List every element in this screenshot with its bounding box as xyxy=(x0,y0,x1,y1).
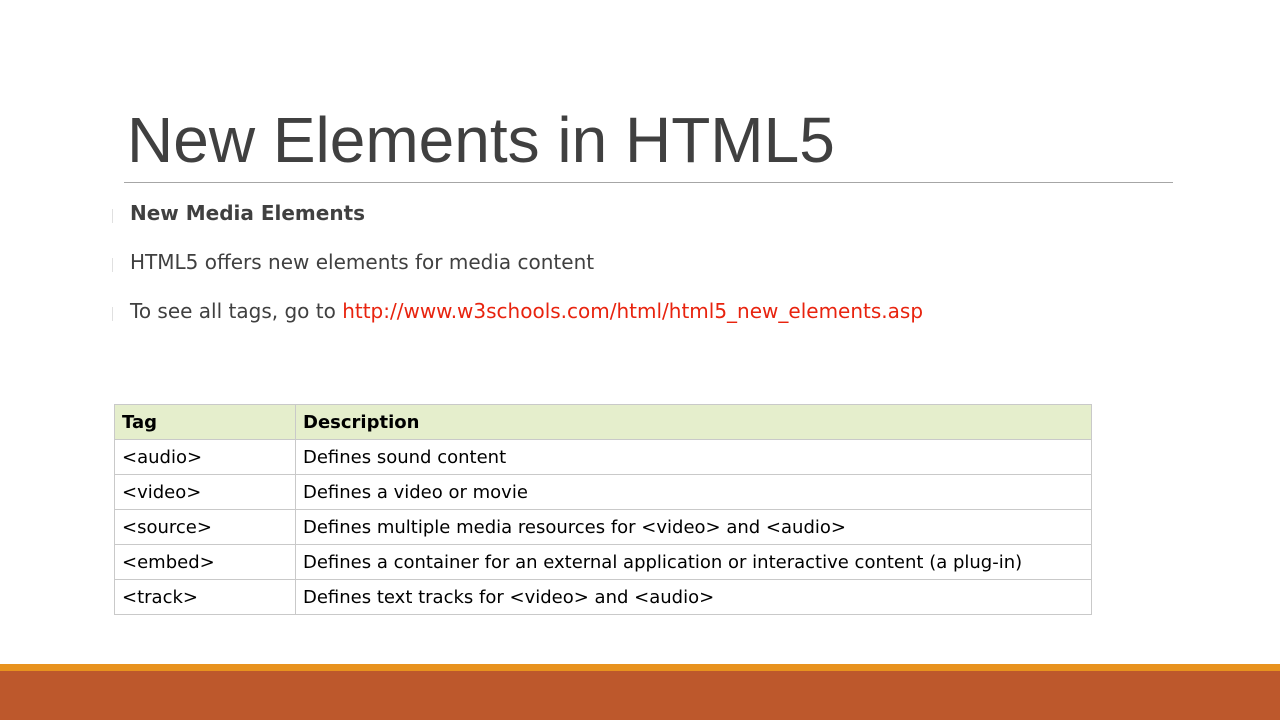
media-elements-table: Tag Description <audio> Defines sound co… xyxy=(114,404,1092,615)
table-row: <video> Defines a video or movie xyxy=(114,474,1092,510)
footer-accent-stripe xyxy=(0,664,1280,671)
description-cell: Defines multiple media resources for <vi… xyxy=(295,509,1092,545)
tag-cell: <track> xyxy=(114,579,296,615)
bullet-marker xyxy=(112,258,113,272)
bullet-text: HTML5 offers new elements for media cont… xyxy=(130,250,595,274)
description-cell: Defines text tracks for <video> and <aud… xyxy=(295,579,1092,615)
slide-title: New Elements in HTML5 xyxy=(127,104,835,176)
table-row: <source> Defines multiple media resource… xyxy=(114,509,1092,545)
bullet-text: To see all tags, go to xyxy=(130,299,343,323)
tag-cell: <embed> xyxy=(114,544,296,580)
table-row: <embed> Defines a container for an exter… xyxy=(114,544,1092,580)
table-row: <track> Defines text tracks for <video> … xyxy=(114,579,1092,615)
tag-cell: <audio> xyxy=(114,439,296,475)
description-cell: Defines sound content xyxy=(295,439,1092,475)
bullet-list: New Media Elements HTML5 offers new elem… xyxy=(112,197,1212,344)
tag-cell: <video> xyxy=(114,474,296,510)
bullet-item: HTML5 offers new elements for media cont… xyxy=(112,246,1212,295)
description-cell: Defines a video or movie xyxy=(295,474,1092,510)
bullet-marker xyxy=(112,209,113,223)
tag-cell: <source> xyxy=(114,509,296,545)
slide: New Elements in HTML5 New Media Elements… xyxy=(0,0,1280,720)
bullet-item: New Media Elements xyxy=(112,197,1212,246)
bullet-item: To see all tags, go to http://www.w3scho… xyxy=(112,295,1212,344)
column-header-tag: Tag xyxy=(114,404,296,440)
column-header-description: Description xyxy=(295,404,1092,440)
bullet-text: New Media Elements xyxy=(130,201,366,225)
title-divider xyxy=(124,182,1173,183)
bullet-marker xyxy=(112,307,113,321)
table-row: <audio> Defines sound content xyxy=(114,439,1092,475)
w3schools-link[interactable]: http://www.w3schools.com/html/html5_new_… xyxy=(342,299,923,323)
description-cell: Defines a container for an external appl… xyxy=(295,544,1092,580)
media-elements-table-image: Tag Description <audio> Defines sound co… xyxy=(114,404,1092,615)
footer-bar xyxy=(0,671,1280,720)
table-header-row: Tag Description xyxy=(114,404,1092,440)
